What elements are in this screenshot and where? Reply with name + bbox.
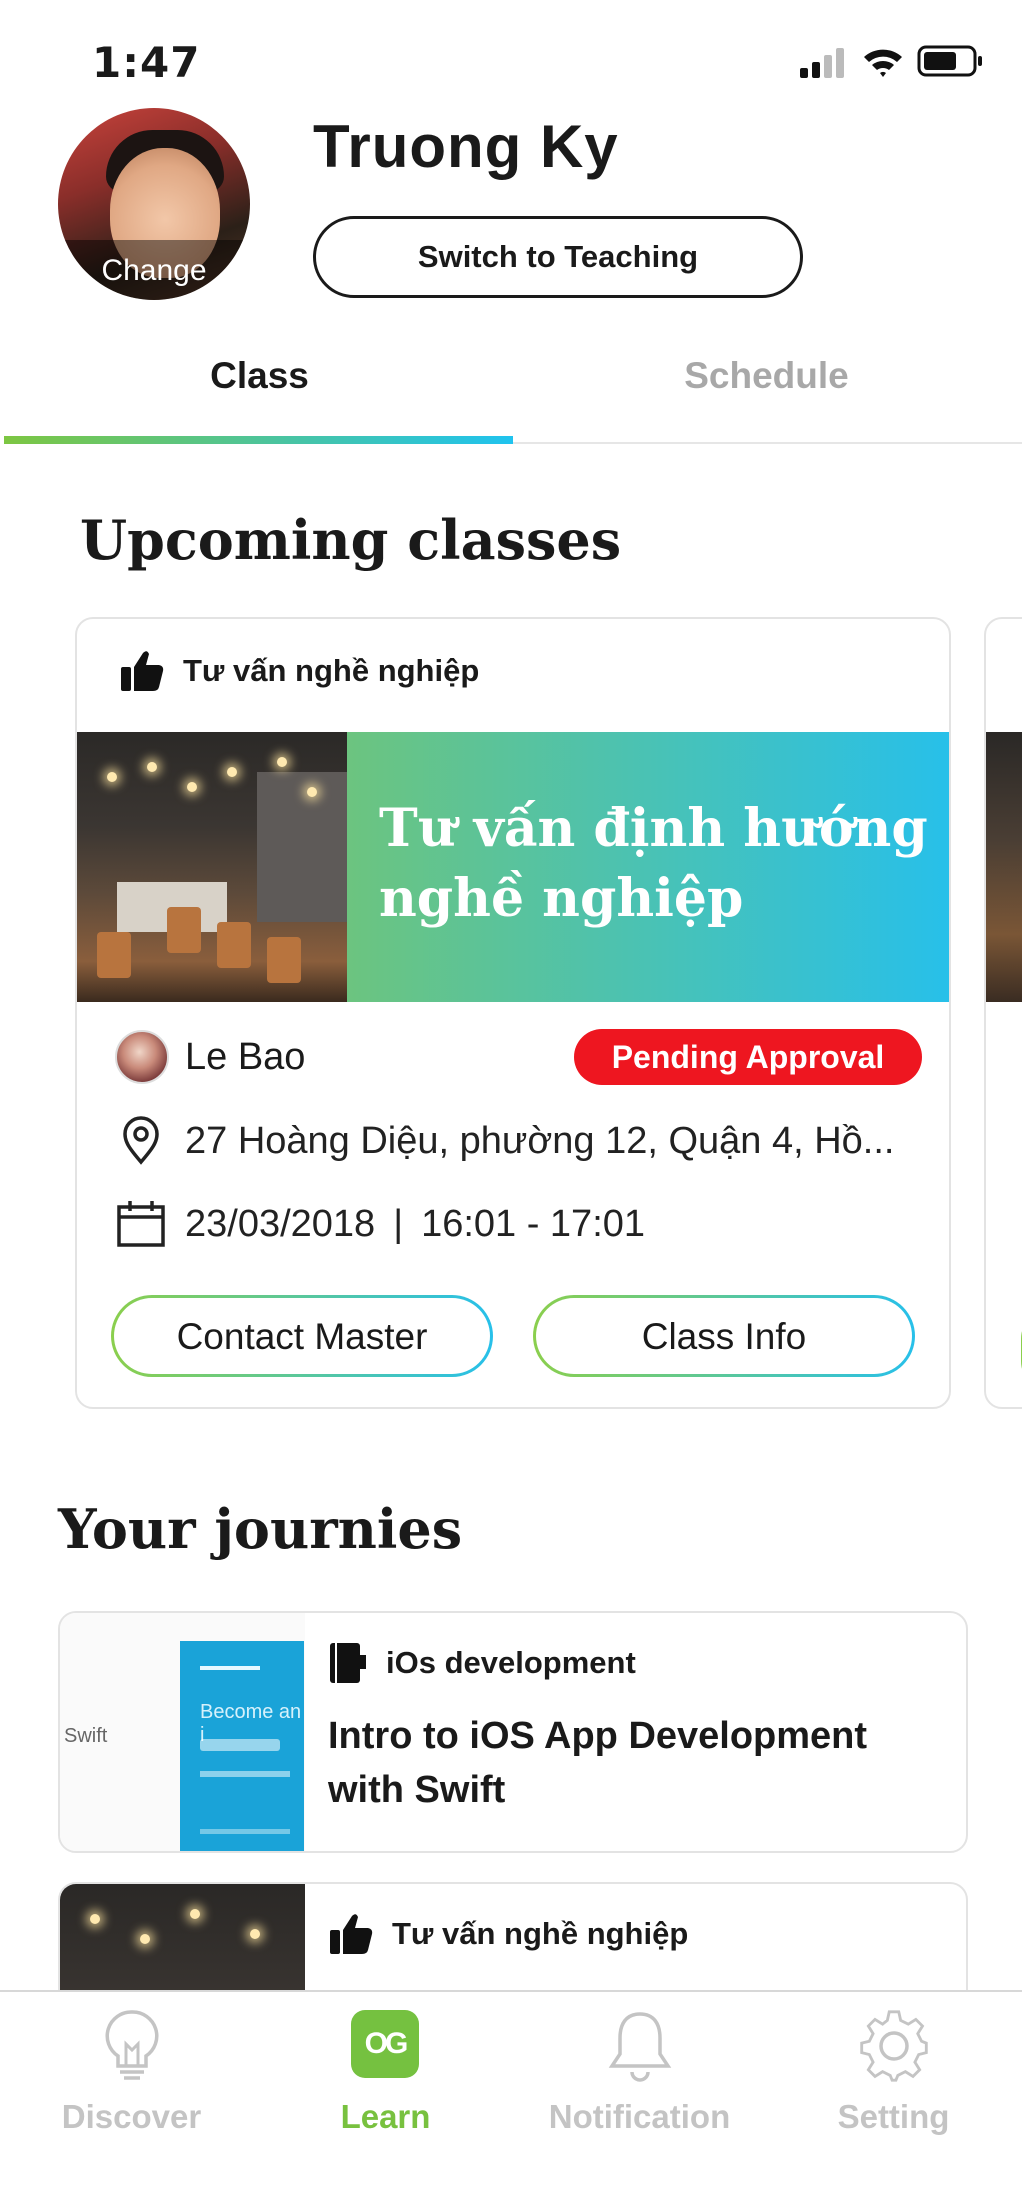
class-date: 23/03/2018 (185, 1202, 376, 1245)
class-card[interactable]: Tư vấn nghề nghiệp Tư vấn định hướng ngh… (75, 617, 951, 1409)
journey-category-label: iOs development (386, 1645, 636, 1680)
calendar-icon (117, 1201, 165, 1247)
nav-learn[interactable]: OG Learn (258, 1998, 513, 2158)
location-pin-icon (123, 1116, 159, 1165)
class-banner: Tư vấn định hướng nghề nghiệp (77, 732, 949, 1002)
switch-to-teaching-button[interactable]: Switch to Teaching (313, 216, 803, 298)
class-address-row: 27 Hoàng Diệu, phường 12, Quận 4, Hồ... (115, 1116, 894, 1166)
journey-category-label: Tư vấn nghề nghiệp (392, 1916, 689, 1951)
change-avatar-label[interactable]: Change (58, 254, 250, 288)
tab-schedule[interactable]: Schedule (511, 355, 1022, 397)
thumbs-up-icon (330, 1914, 373, 1954)
class-info-button[interactable]: Class Info (533, 1295, 915, 1377)
date-time-separator: | (393, 1202, 404, 1245)
class-category-label: Tư vấn nghề nghiệp (183, 653, 480, 688)
nav-setting-label: Setting (837, 2098, 950, 2135)
class-date-row: 23/03/2018 | 16:01 - 17:01 (115, 1199, 645, 1249)
lightbulb-icon (105, 2010, 159, 2080)
bell-icon (608, 2012, 672, 2082)
journey-thumb-caption: Swift (64, 1725, 108, 1747)
journey-card[interactable]: Swift Become an i iOs development Intro … (58, 1611, 968, 1853)
thumbs-up-icon (121, 651, 164, 691)
user-name: Truong Ky (313, 113, 619, 180)
signal-icon (800, 48, 844, 78)
master-name: Le Bao (185, 1035, 306, 1078)
gear-icon (860, 2010, 928, 2082)
journey-title: Intro to iOS App Development with Swift (328, 1715, 868, 1811)
nav-discover[interactable]: Discover (4, 1998, 259, 2158)
class-banner-title: Tư vấn định hướng nghề nghiệp (379, 798, 928, 929)
notebook-icon (330, 1643, 366, 1683)
status-badge: Pending Approval (574, 1029, 922, 1085)
nav-discover-label: Discover (61, 2098, 202, 2135)
bottom-nav: Discover OG Learn Notification Setting (0, 1990, 1022, 2192)
class-time: 16:01 - 17:01 (421, 1202, 646, 1245)
class-category: Tư vấn nghề nghiệp (119, 649, 479, 693)
nav-notification-label: Notification (548, 2098, 731, 2135)
master-avatar (115, 1030, 169, 1084)
section-title-journeys: Your journies (58, 1497, 463, 1561)
wifi-icon (864, 49, 902, 77)
battery-icon (917, 45, 982, 77)
learn-logo-icon: OG (351, 2010, 419, 2078)
class-address: 27 Hoàng Diệu, phường 12, Quận 4, Hồ... (185, 1119, 895, 1162)
master-info: Le Bao (115, 1029, 305, 1085)
tab-class[interactable]: Class (4, 355, 515, 397)
next-class-card-peek[interactable] (984, 617, 1022, 1409)
status-icons (800, 45, 982, 78)
nav-setting[interactable]: Setting (766, 1998, 1021, 2158)
nav-notification[interactable]: Notification (512, 1998, 767, 2158)
journey-thumbnail: Swift Become an i (60, 1613, 305, 1851)
status-time: 1:47 (92, 38, 201, 87)
class-photo (77, 732, 347, 1002)
contact-master-button[interactable]: Contact Master (111, 1295, 493, 1377)
tab-active-indicator (4, 436, 513, 444)
profile-avatar[interactable]: Change (58, 108, 250, 300)
section-title-upcoming: Upcoming classes (80, 508, 622, 572)
nav-learn-label: Learn (340, 2098, 431, 2135)
journey-category: Tư vấn nghề nghiệp (328, 1912, 688, 1956)
journey-category: iOs development (328, 1641, 636, 1685)
